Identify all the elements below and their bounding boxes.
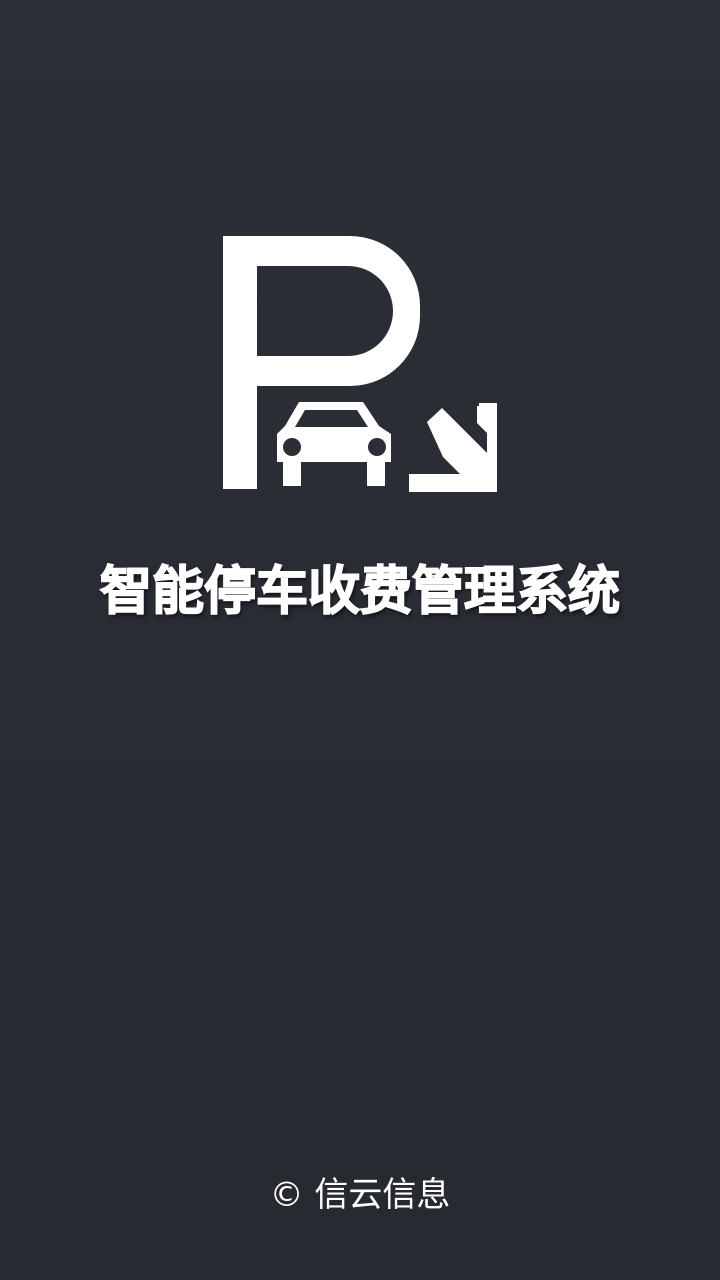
car-icon [267, 394, 401, 486]
arrow-down-right-icon [409, 403, 497, 492]
copyright-footer: © 信云信息 [269, 1175, 451, 1215]
parking-car-arrow-icon [223, 236, 497, 492]
app-title: 智能停车收费管理系统 [99, 561, 621, 623]
splash-screen: 智能停车收费管理系统 © 信云信息 [0, 0, 720, 1280]
